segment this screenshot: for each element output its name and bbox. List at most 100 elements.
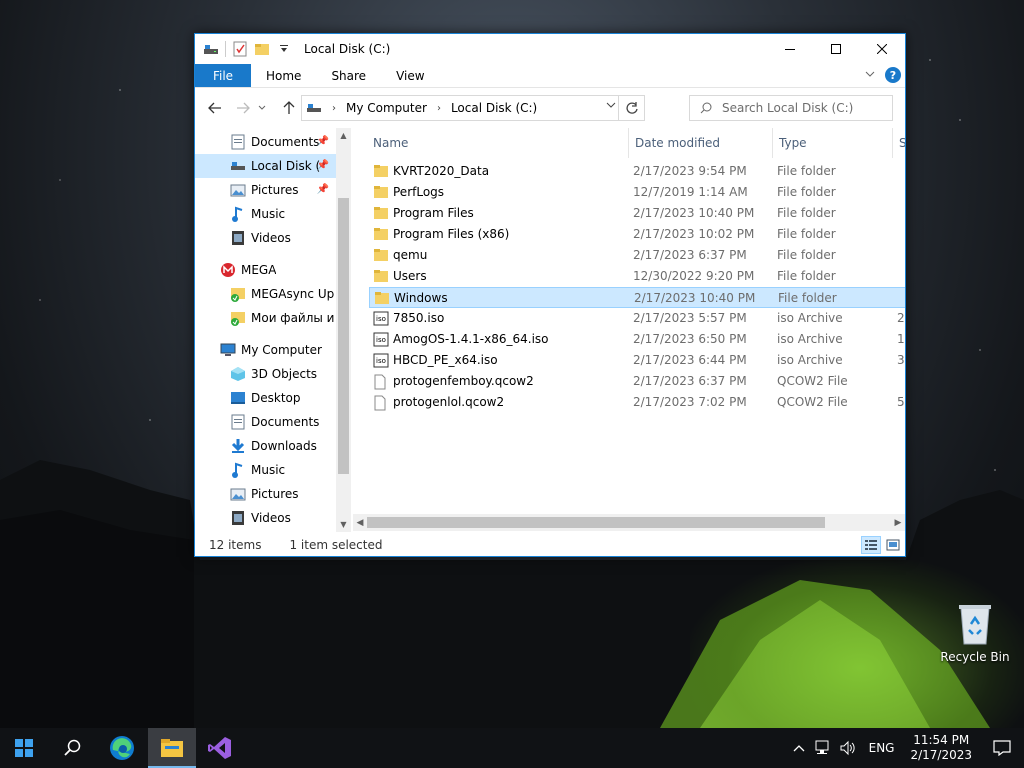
nav-item-mega-files[interactable]: Мои файлы из MEGA	[195, 306, 337, 330]
table-row[interactable]: iso AmogOS-1.4.1-x86_64.iso 2/17/2023 6:50…	[369, 329, 905, 350]
details-view-button[interactable]	[861, 536, 881, 554]
table-row[interactable]: iso 7850.iso 2/17/2023 5:57 PM iso Archive 2…	[369, 308, 905, 329]
nav-item-mega[interactable]: MEGA	[195, 258, 337, 282]
file-date: 2/17/2023 6:44 PM	[633, 353, 747, 367]
edge-taskbar-button[interactable]	[98, 728, 146, 768]
table-row[interactable]: protogenfemboy.qcow2 2/17/2023 6:37 PM QCO…	[369, 371, 905, 392]
nav-item-desktop[interactable]: Desktop	[195, 386, 337, 410]
expand-ribbon-icon[interactable]	[865, 71, 875, 79]
nav-item-videos[interactable]: Videos	[195, 506, 337, 530]
ribbon-tabs: File Home Share View ?	[195, 64, 905, 88]
properties-icon[interactable]	[232, 41, 248, 57]
file-name: HBCD_PE_x64.iso	[393, 353, 498, 367]
nav-item-documents[interactable]: Documents	[195, 410, 337, 434]
chevron-down-icon	[606, 102, 616, 108]
table-row[interactable]: qemu 2/17/2023 6:37 PM File folder	[369, 245, 905, 266]
column-size[interactable]: Size	[893, 128, 905, 158]
nav-item-local-disk[interactable]: Local Disk (C:) 📌	[195, 154, 337, 178]
nav-item-my-computer[interactable]: My Computer	[195, 338, 337, 362]
chevron-down-icon	[258, 105, 266, 110]
scroll-down-icon[interactable]: ▼	[336, 517, 351, 532]
windows-logo-icon	[15, 739, 33, 757]
tab-home[interactable]: Home	[251, 64, 316, 87]
nav-item-videos-quick[interactable]: Videos	[195, 226, 337, 250]
table-row[interactable]: PerfLogs 12/7/2019 1:14 AM File folder	[369, 182, 905, 203]
table-row[interactable]: Windows 2/17/2023 10:40 PM File folder	[369, 287, 905, 308]
minimize-button[interactable]	[767, 34, 813, 64]
column-date-modified[interactable]: Date modified	[629, 128, 773, 158]
videos-icon	[229, 509, 247, 527]
table-row[interactable]: Program Files 2/17/2023 10:40 PM File fold…	[369, 203, 905, 224]
tab-file[interactable]: File	[195, 64, 251, 87]
minimize-icon	[785, 49, 795, 50]
scrollbar-thumb[interactable]	[367, 517, 825, 528]
large-icons-view-button[interactable]	[883, 536, 903, 554]
table-row[interactable]: protogenlol.qcow2 2/17/2023 7:02 PM QCOW2 …	[369, 392, 905, 413]
horizontal-scrollbar[interactable]: ◀ ▶	[353, 514, 905, 531]
nav-item-pictures[interactable]: Pictures	[195, 482, 337, 506]
scroll-right-icon[interactable]: ▶	[891, 514, 905, 531]
search-box[interactable]	[689, 95, 893, 121]
file-date: 2/17/2023 7:02 PM	[633, 395, 747, 409]
maximize-button[interactable]	[813, 34, 859, 64]
scroll-up-icon[interactable]: ▲	[336, 128, 351, 143]
breadcrumb-separator-icon: ›	[436, 102, 441, 114]
search-button[interactable]	[48, 728, 96, 768]
maximize-icon	[831, 44, 841, 54]
customize-dropdown-icon[interactable]	[276, 41, 292, 57]
close-button[interactable]	[859, 34, 905, 64]
refresh-button[interactable]	[618, 96, 644, 120]
nav-item-downloads[interactable]: Downloads	[195, 434, 337, 458]
file-type: iso Archive	[777, 311, 843, 325]
table-row[interactable]: KVRT2020_Data 2/17/2023 9:54 PM File folde…	[369, 161, 905, 182]
new-folder-icon[interactable]	[254, 41, 270, 57]
recycle-bin[interactable]: Recycle Bin	[940, 602, 1010, 664]
table-row[interactable]: iso HBCD_PE_x64.iso 2/17/2023 6:44 PM iso A…	[369, 350, 905, 371]
scroll-left-icon[interactable]: ◀	[353, 514, 367, 531]
breadcrumb-my-computer[interactable]: My Computer	[346, 101, 427, 115]
start-button[interactable]	[0, 728, 48, 768]
visual-studio-taskbar-button[interactable]	[196, 728, 244, 768]
nav-item-documents-quick[interactable]: Documents 📌	[195, 130, 337, 154]
file-type: File folder	[777, 185, 836, 199]
address-bar[interactable]: › My Computer › Local Disk (C:)	[301, 95, 645, 121]
show-hidden-icons-button[interactable]	[789, 728, 809, 768]
nav-item-pictures-quick[interactable]: Pictures 📌	[195, 178, 337, 202]
search-input[interactable]	[722, 101, 882, 115]
nav-item-music-quick[interactable]: Music	[195, 202, 337, 226]
table-row[interactable]: Program Files (x86) 2/17/2023 10:02 PM Fil…	[369, 224, 905, 245]
network-icon[interactable]	[809, 728, 835, 768]
tab-share[interactable]: Share	[316, 64, 381, 87]
forward-button[interactable]	[231, 96, 255, 120]
nav-scrollbar[interactable]: ▲ ▼	[336, 128, 351, 532]
folder-icon	[373, 185, 389, 200]
music-icon	[229, 205, 247, 223]
column-type[interactable]: Type	[773, 128, 893, 158]
scrollbar-thumb[interactable]	[338, 198, 349, 474]
address-dropdown-button[interactable]	[606, 100, 616, 111]
file-type: File folder	[777, 227, 836, 241]
help-button[interactable]: ?	[885, 67, 901, 83]
recent-locations-button[interactable]	[255, 96, 269, 120]
svg-text:iso: iso	[376, 336, 386, 344]
file-type: QCOW2 File	[777, 374, 848, 388]
folder-icon	[373, 164, 389, 179]
file-explorer-taskbar-button[interactable]	[148, 728, 196, 768]
nav-item-3d-objects[interactable]: 3D Objects	[195, 362, 337, 386]
volume-icon[interactable]	[835, 728, 861, 768]
arrow-up-icon	[283, 101, 295, 114]
tab-view[interactable]: View	[381, 64, 439, 87]
clock[interactable]: 11:54 PM 2/17/2023	[902, 733, 980, 763]
nav-item-megasync-uploads[interactable]: MEGAsync Uploads	[195, 282, 337, 306]
file-date: 12/30/2022 9:20 PM	[633, 269, 755, 283]
breadcrumb-local-disk[interactable]: Local Disk (C:)	[451, 101, 537, 115]
up-button[interactable]	[277, 96, 301, 120]
back-button[interactable]	[203, 96, 227, 120]
language-indicator[interactable]: ENG	[861, 728, 903, 768]
action-center-button[interactable]	[980, 728, 1024, 768]
title-bar[interactable]: Local Disk (C:)	[195, 34, 905, 64]
table-row[interactable]: Users 12/30/2022 9:20 PM File folder	[369, 266, 905, 287]
file-type: File folder	[777, 164, 836, 178]
arrow-right-icon	[237, 102, 250, 114]
nav-item-music[interactable]: Music	[195, 458, 337, 482]
